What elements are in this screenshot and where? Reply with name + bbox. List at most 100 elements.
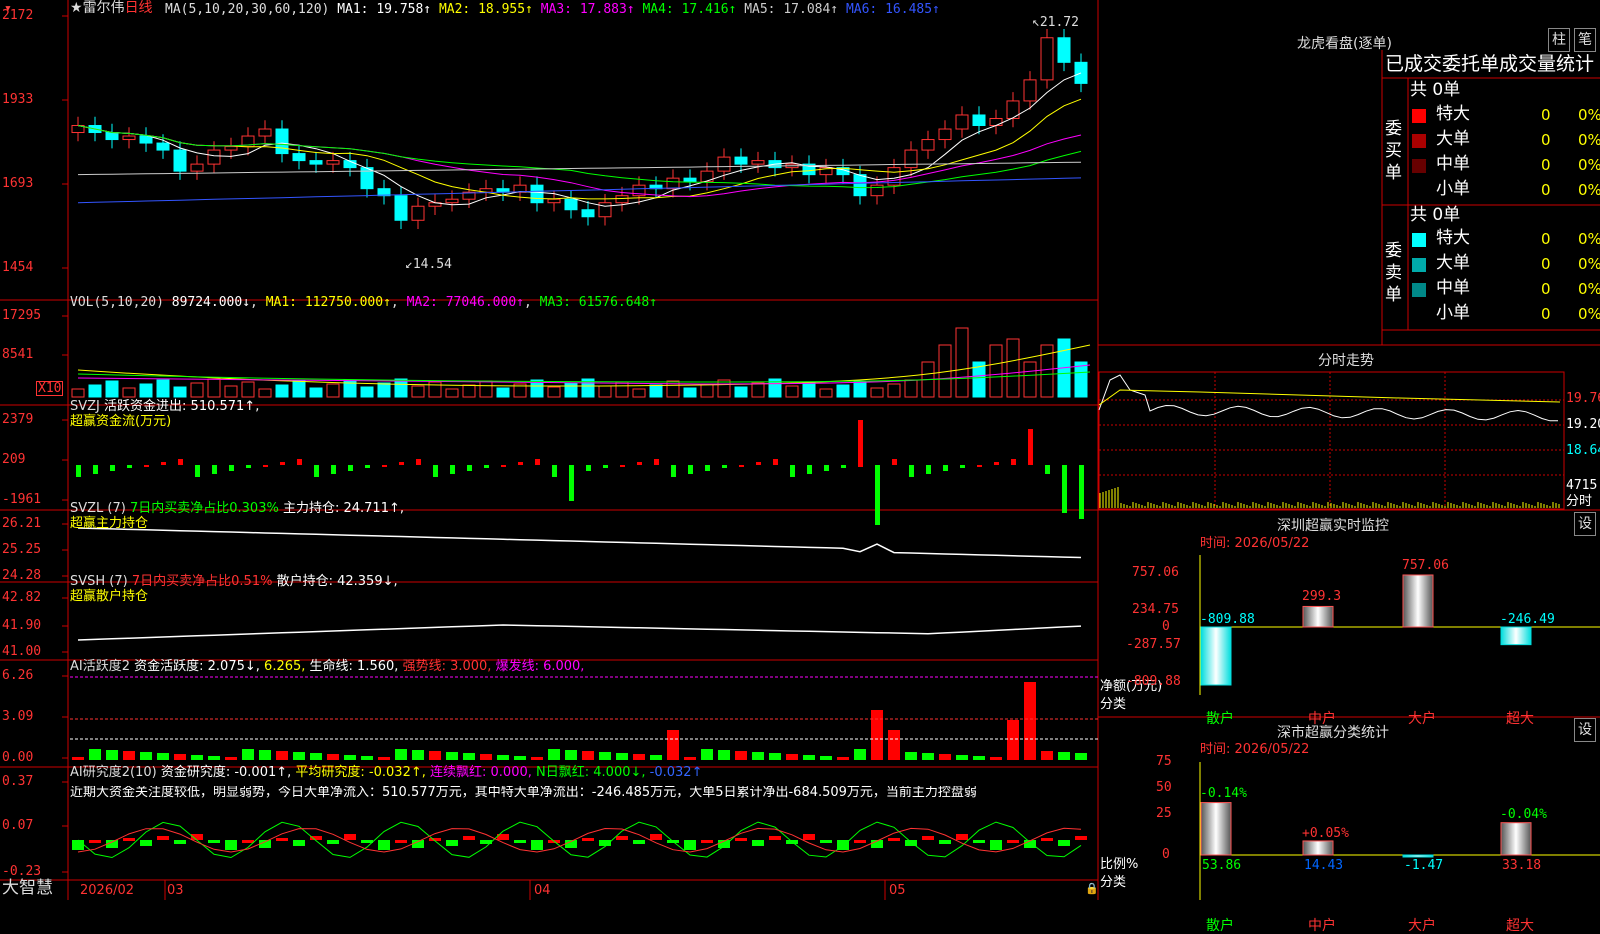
ai-research-label4: N日飘红: 4.000↓, [536, 765, 646, 780]
bar-value-label: 33.18 [1502, 858, 1542, 873]
volume-bar [139, 383, 153, 398]
category-bar [1402, 854, 1434, 858]
svzj-bar [263, 465, 268, 467]
volume-bar [836, 384, 850, 398]
ai-active-bar [633, 754, 645, 760]
ai-active-bar [191, 755, 203, 760]
svzj-bar [518, 462, 523, 465]
bar-mode-button[interactable]: 柱 [1548, 28, 1570, 52]
svzj-title: SVZJ [70, 399, 100, 414]
y-tick-label: 2379 [2, 412, 34, 427]
ai-research-bar [1058, 840, 1070, 846]
ai-research-bar [1075, 836, 1087, 840]
legend-swatch [1412, 134, 1426, 148]
volume-bar [224, 385, 238, 398]
y-tick-label: 3.09 [2, 709, 34, 724]
sz-monitor-settings-button[interactable]: 设 [1574, 512, 1596, 536]
ai-active-bar [344, 755, 356, 760]
svzj-bar [977, 465, 982, 467]
intraday-price-line [1098, 374, 1559, 422]
sell-side-label: 委卖单 [1385, 241, 1402, 305]
volume-bar [887, 383, 901, 398]
vol-value: 89724.000↓ [171, 295, 251, 310]
svzj-label: 活跃资金进出: 510.571↑, [104, 399, 260, 414]
volume-bar [649, 384, 663, 398]
y-tick-label: 6.26 [2, 668, 34, 683]
ai-active-bar [1058, 752, 1070, 760]
ai-active-bar [208, 756, 220, 760]
candle-body [326, 160, 340, 165]
category-bar [1500, 822, 1532, 856]
bar-chart-tick: -287.57 [1126, 637, 1181, 652]
ai-research-bar [89, 840, 101, 843]
volume-bar [870, 387, 884, 398]
order-count: 0 [1541, 181, 1551, 199]
ai-research-bar [378, 840, 390, 850]
svzj-bar [909, 465, 914, 477]
intraday-price-label: 18.64 [1566, 443, 1600, 458]
ma-legend: MA(5,10,20,30,60,120) MA1: 19.758↑ MA2: … [165, 3, 940, 16]
category-bar [1200, 626, 1232, 686]
tick-mode-button[interactable]: 笔 [1574, 28, 1596, 52]
svzj-bar [858, 465, 863, 467]
volume-bar [700, 383, 714, 398]
ai-active-bar [990, 757, 1002, 760]
candle-body [904, 149, 918, 169]
volume-bar [71, 388, 85, 398]
bar-chart-tick: 234.75 [1132, 602, 1179, 617]
candle-body [139, 135, 153, 144]
bar-change-label: +0.05% [1302, 825, 1349, 841]
dragon-tabs[interactable]: 已成交委托单成交量统计 [1385, 55, 1594, 74]
order-count: 0 [1541, 230, 1551, 248]
order-count: 0 [1541, 106, 1551, 124]
sz-class-settings-button[interactable]: 设 [1574, 718, 1596, 742]
ai-research-bar [361, 840, 373, 843]
volume-bar [615, 381, 629, 398]
ai-active-bar [820, 756, 832, 760]
sz-monitor-xlabel: 分类 [1100, 697, 1127, 712]
ai-research-bar [888, 838, 900, 841]
svzl-desc: 7日内买卖净占比0.303% [129, 501, 279, 516]
ai-research-bar [395, 840, 407, 843]
svzj-bar [416, 459, 421, 465]
legend-swatch [1412, 233, 1426, 247]
vol-ma3: MA3: 61576.648↑ [539, 295, 658, 310]
ai-active-bar [259, 750, 271, 760]
candle-body [564, 198, 578, 211]
intraday-vol-label: 4715 [1566, 478, 1598, 493]
ai-research-bar [820, 840, 832, 843]
ai-active-bar [922, 753, 934, 760]
svzj-bar [926, 465, 931, 474]
volume-bar [564, 382, 578, 398]
stock-header: ★雷尔伟日线 [70, 1, 153, 15]
ai-active-bar [701, 749, 713, 760]
ma2-value: MA2: 18.955↑ [438, 2, 541, 17]
ai-active-bar [803, 755, 815, 760]
brand-logo: 大智慧 [2, 878, 53, 898]
svzj-bar [773, 459, 778, 465]
ai-active-bar [973, 756, 985, 760]
svzj-bar [790, 465, 795, 477]
period-label[interactable]: 日线 [125, 0, 153, 16]
y-tick-label: 41.90 [2, 618, 42, 633]
ai-research-title: AI研究度2(10) [70, 765, 157, 780]
svzj-bar [756, 462, 761, 465]
svzj-header: SVZJ 活跃资金进出: 510.571↑, [70, 400, 259, 413]
order-pct: 0% [1578, 305, 1600, 323]
ai-active-bar [463, 753, 475, 760]
svzj-bar [110, 465, 115, 471]
volume-bars [71, 327, 1088, 398]
svzl-title: SVZL (7) [70, 501, 126, 516]
order-count: 0 [1541, 131, 1551, 149]
ai-active-bar [531, 757, 543, 760]
ai-research-bar [531, 840, 543, 850]
ai-research-bar [344, 834, 356, 840]
low-price-label: ↙14.54 [405, 257, 452, 272]
ai-research-bar [276, 838, 288, 841]
ai-active-bar [616, 753, 628, 760]
lock-icon[interactable]: 🔒 [1085, 883, 1099, 894]
ai-active-label4: 强势线: 3.000, [402, 659, 492, 674]
ai-research-bar [463, 836, 475, 840]
volume-bar [717, 379, 731, 398]
intraday-price-label: 19.76 [1566, 391, 1600, 406]
